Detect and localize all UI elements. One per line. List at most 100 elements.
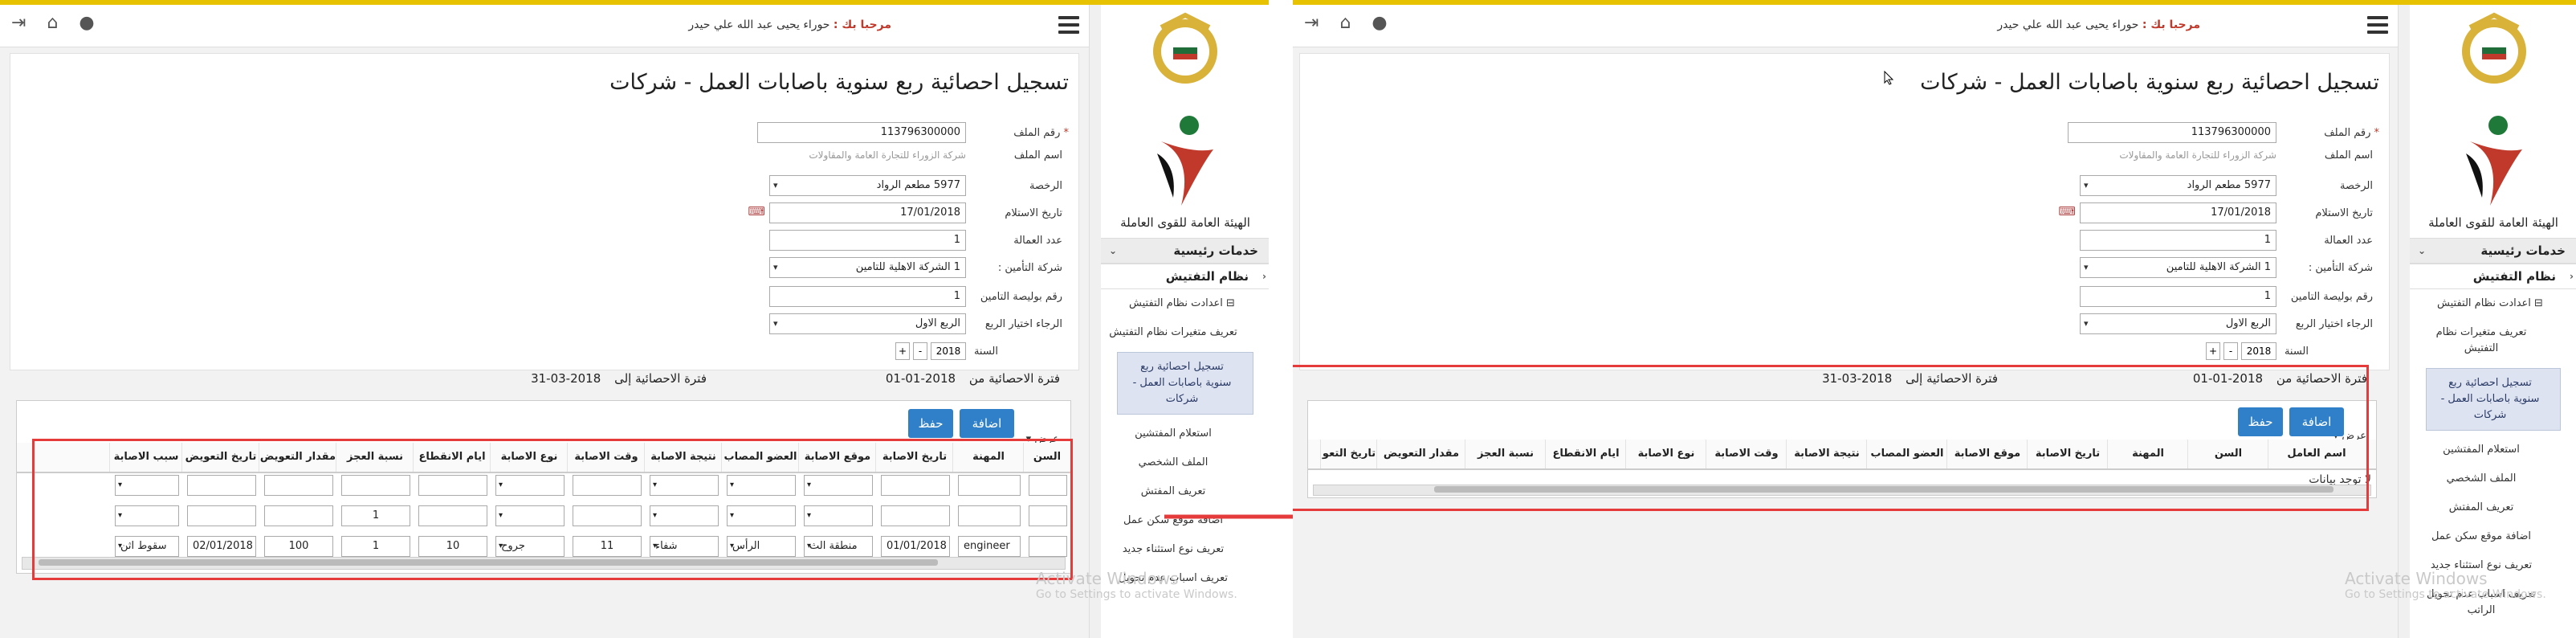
chevron-down-icon: ⌄ [1109,245,1118,256]
annotation-box-right [1293,365,2369,511]
menu-item-quarterly-stats[interactable]: تسجيل احصائية ربع سنوية باصابات العمل - … [2426,368,2561,431]
user-icon[interactable]: ● [1372,13,1387,33]
quarter-label: الرجاء اختيار الربع [984,318,1062,330]
insurer-select[interactable]: 1 الشركة الاهلية للتامين [769,257,966,278]
form-panel: * رقم الملف 113796300000 اسم الملف شركة … [10,112,1079,370]
file-name-value: شركة الزوراء للتجارة العامة والمقاولات [2119,149,2276,161]
top-header: مرحبا بك : حوراء يحيى عبد الله علي حيدر … [0,5,1100,47]
pam-logo [1157,116,1213,206]
sidebar: الهيئة العامة للقوى العاملة خدمات رئيسية… [2409,5,2576,638]
receipt-date-label: تاريخ الاستلام [1005,207,1062,219]
menu-item-add-housing[interactable]: اضافة موقع سكن عمل [2410,522,2576,551]
chevron-down-icon: ⌄ [2418,245,2427,256]
hamburger-menu-icon[interactable] [1058,16,1079,34]
mouse-cursor-icon [1884,71,1893,85]
minus-square-icon: ⊟ [2530,297,2543,309]
save-button[interactable]: حفظ [908,409,953,438]
workers-label: عدد العمالة [1013,235,1062,247]
year-plus-button[interactable]: + [895,342,910,360]
header-icons: ⇥ ⌂ ● [11,13,95,33]
menu-inspection-system[interactable]: ‹ نظام التفتيش [2410,264,2576,289]
quarter-select[interactable]: الربع الاول [769,313,966,334]
workers-label: عدد العمالة [2324,235,2373,247]
page-scrollbar[interactable] [1089,5,1101,638]
quarter-select[interactable]: الربع الاول [2080,313,2276,334]
period-from-value: 2018-01-01 [885,371,956,386]
policy-input[interactable]: 1 [769,286,966,307]
file-name-label: اسم الملف [2324,149,2373,162]
license-label: الرخصة [2339,180,2373,192]
form-panel: * رقم الملف 113796300000 اسم الملف شركة … [1299,112,2390,370]
menu-item-profile[interactable]: الملف الشخصي [1101,448,1269,477]
home-icon[interactable]: ⌂ [47,13,58,33]
workers-input[interactable]: 1 [2080,230,2276,251]
workers-input[interactable]: 1 [769,230,966,251]
menu-group-settings[interactable]: ⊟ اعدادت نظام التفتيش [2410,289,2576,318]
period-from-label: فترة الاحصائية من [968,371,1060,386]
sidebar-menu: خدمات رئيسية ⌄ ‹ نظام التفتيش ⊟ اعدادت نظا… [1101,238,1269,593]
menu-item-variables[interactable]: تعريف متغيرات نظام التفتيش [1101,318,1269,347]
receipt-date-input[interactable]: 17/01/2018 [2080,202,2276,223]
page-scrollbar[interactable] [2398,5,2410,638]
license-select[interactable]: 5977 مطعم الرواد [769,175,966,196]
menu-item-profile[interactable]: الملف الشخصي [2410,464,2576,493]
calendar-icon[interactable]: ⌨ [748,204,765,219]
sidebar: الهيئة العامة للقوى العاملة خدمات رئيسية… [1100,5,1269,638]
license-label: الرخصة [1029,180,1062,192]
header-icons: ⇥ ⌂ ● [1304,13,1388,33]
menu-group-settings[interactable]: ⊟ اعدادت نظام التفتيش [1101,289,1269,318]
menu-main-services[interactable]: خدمات رئيسية ⌄ [1101,238,1269,264]
hamburger-menu-icon[interactable] [2367,16,2388,34]
menu-item-inspectors-query[interactable]: استعلام المفتشين [2410,436,2576,464]
menu-item-variables[interactable]: تعريف متغيرات نظام التفتيش [2410,318,2576,363]
year-minus-button[interactable]: - [2223,342,2238,360]
kuwait-emblem-logo [2462,12,2526,84]
file-no-label: * رقم الملف [2324,127,2379,139]
period-to-value: 2018-03-31 [531,371,601,386]
sidebar-menu: خدمات رئيسية ⌄ ‹ نظام التفتيش ⊟ اعدادت نظا… [2410,238,2576,625]
right-screen: مرحبا بك : حوراء يحيى عبد الله علي حيدر … [1293,0,2576,638]
logout-icon[interactable]: ⇥ [1304,13,1319,33]
annotation-box-left [32,439,1073,580]
menu-main-services-label: خدمات رئيسية [1173,243,1258,258]
add-button[interactable]: اضافة [960,409,1014,438]
user-icon[interactable]: ● [79,13,94,33]
policy-label: رقم بوليصة التامين [980,291,1062,303]
welcome-text: مرحبا بك : حوراء يحيى عبد الله علي حيدر [1997,18,2200,31]
menu-main-services[interactable]: خدمات رئيسية ⌄ [2410,238,2576,264]
quarter-label: الرجاء اختيار الربع [2295,318,2373,330]
minus-square-icon: ⊟ [1222,297,1235,309]
left-screen: مرحبا بك : حوراء يحيى عبد الله علي حيدر … [0,0,1269,638]
menu-item-inspectors-query[interactable]: استعلام المفتشين [1101,419,1269,448]
menu-item-exception-type[interactable]: تعريف نوع استثناء جديد [1101,535,1269,564]
year-label: السنة [973,346,998,358]
file-no-input[interactable]: 113796300000 [2068,122,2276,143]
policy-input[interactable]: 1 [2080,286,2276,307]
menu-group-settings-label: اعدادت نظام التفتيش [1129,297,1223,309]
year-plus-button[interactable]: + [2206,342,2220,360]
insurer-select[interactable]: 1 الشركة الاهلية للتامين [2080,257,2276,278]
file-name-label: اسم الملف [1013,149,1062,162]
welcome-hello: مرحبا بك : [2142,18,2200,31]
kuwait-emblem-logo [1153,12,1217,84]
menu-item-quarterly-stats[interactable]: تسجيل احصائية ربع سنوية باصابات العمل - … [1117,352,1253,415]
year-minus-button[interactable]: - [913,342,927,360]
logout-icon[interactable]: ⇥ [11,13,26,33]
file-no-input[interactable]: 113796300000 [757,122,966,143]
period-to: فترة الاحصائية إلى 2018-03-31 [531,371,707,386]
pam-logo [2466,116,2522,206]
year-label: السنة [2284,346,2309,358]
org-name: الهيئة العامة للقوى العاملة [2428,215,2558,230]
insurer-label: شركة التأمين : [997,262,1062,274]
menu-inspection-system[interactable]: ‹ نظام التفتيش [1101,264,1269,289]
receipt-date-input[interactable]: 17/01/2018 [769,202,966,223]
page-title: تسجيل احصائية ربع سنوية باصابات العمل - … [1920,70,2379,95]
calendar-icon[interactable]: ⌨ [2058,204,2076,219]
watermark-line2: Go to Settings to activate Windows. [2345,588,2546,601]
menu-main-services-label: خدمات رئيسية [2480,243,2566,258]
year-input[interactable]: 2018 [931,342,966,360]
menu-item-define-inspector[interactable]: تعريف المفتش [2410,493,2576,522]
year-input[interactable]: 2018 [2241,342,2276,360]
home-icon[interactable]: ⌂ [1339,13,1351,33]
license-select[interactable]: 5977 مطعم الرواد [2080,175,2276,196]
